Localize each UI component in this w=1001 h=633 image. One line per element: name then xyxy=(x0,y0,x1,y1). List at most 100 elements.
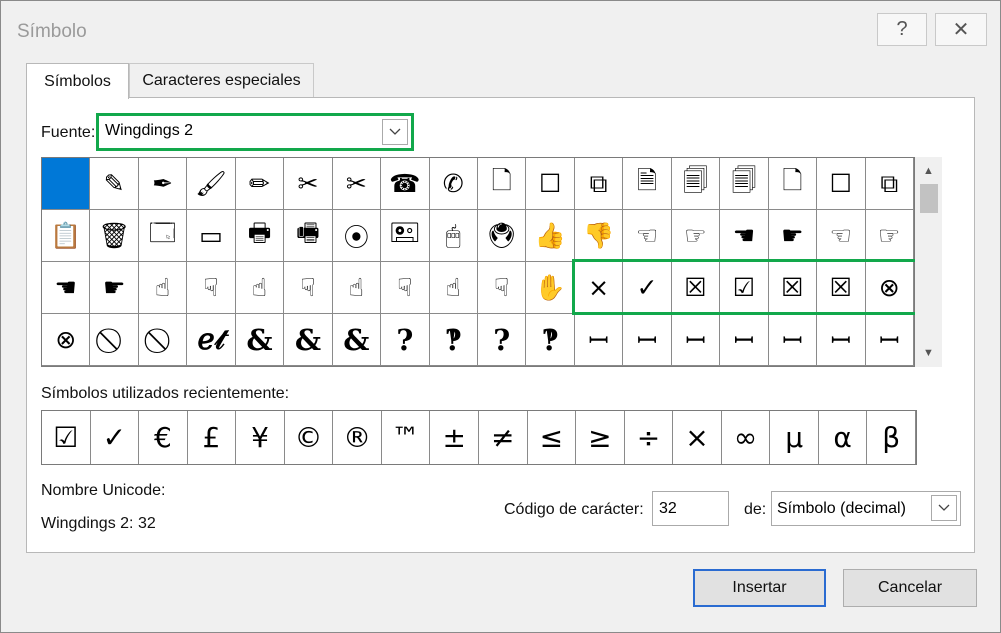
symbol-cell[interactable]: & xyxy=(235,314,285,366)
symbol-cell[interactable]: ☜ xyxy=(623,210,672,262)
symbol-cell[interactable]: ⊗ xyxy=(42,314,91,366)
symbol-cell[interactable]: 🗋 xyxy=(477,158,527,210)
symbol-cell[interactable]: ꟷ xyxy=(671,314,721,366)
symbol-cell[interactable]: ☝ xyxy=(138,262,188,314)
font-select[interactable]: Wingdings 2 xyxy=(96,113,414,151)
symbol-cell[interactable]: & xyxy=(332,314,382,366)
symbol-cell[interactable]: 📋 xyxy=(42,210,91,262)
symbol-cell[interactable]: 🖲 xyxy=(477,210,527,262)
symbol-cell[interactable]: ☎ xyxy=(381,158,430,210)
recent-symbol-cell[interactable]: ÷ xyxy=(625,411,674,464)
recent-symbol-cell[interactable]: ¥ xyxy=(236,411,285,464)
symbol-cell[interactable]: 👎 xyxy=(574,210,624,262)
symbol-cell[interactable]: ☒ xyxy=(671,262,721,314)
symbol-cell[interactable]: ✂ xyxy=(284,158,333,210)
symbol-cell[interactable]: ☝ xyxy=(429,262,478,314)
symbol-cell[interactable]: × xyxy=(574,262,624,314)
recent-symbol-cell[interactable]: µ xyxy=(770,411,819,464)
symbol-cell[interactable]: ꟷ xyxy=(768,314,818,366)
symbol-cell[interactable]: ✓ xyxy=(623,262,672,314)
scroll-down-icon[interactable]: ▼ xyxy=(915,341,942,365)
insert-button[interactable]: Insertar xyxy=(693,569,826,607)
recent-symbol-cell[interactable]: β xyxy=(867,411,916,464)
symbol-cell[interactable]: ✏ xyxy=(235,158,285,210)
recent-symbol-cell[interactable]: ☑ xyxy=(42,411,91,464)
recent-symbol-cell[interactable]: ∞ xyxy=(722,411,771,464)
symbol-cell[interactable]: ☐ xyxy=(526,158,575,210)
symbol-cell[interactable]: ✆ xyxy=(429,158,478,210)
symbol-cell[interactable]: ✎ xyxy=(90,158,139,210)
symbol-cell[interactable]: ? xyxy=(381,314,430,366)
recent-symbol-cell[interactable]: ® xyxy=(333,411,382,464)
recent-symbol-cell[interactable]: ™ xyxy=(382,411,431,464)
symbol-cell[interactable] xyxy=(42,158,91,210)
symbol-cell[interactable]: ‽ xyxy=(429,314,478,366)
symbol-cell[interactable]: ⦿ xyxy=(332,210,382,262)
symbol-cell[interactable]: ⃠ xyxy=(138,314,188,366)
char-code-input[interactable]: 32 xyxy=(652,491,729,526)
symbol-cell[interactable]: & xyxy=(284,314,333,366)
recent-symbol-cell[interactable]: ≠ xyxy=(479,411,528,464)
help-button[interactable]: ? xyxy=(877,13,927,46)
symbol-cell[interactable]: 🖱 xyxy=(429,210,478,262)
symbol-cell[interactable]: ꟷ xyxy=(720,314,769,366)
symbol-cell[interactable]: ☒ xyxy=(768,262,818,314)
close-button[interactable]: ✕ xyxy=(935,13,987,46)
tab-special-characters[interactable]: Caracteres especiales xyxy=(129,63,314,97)
symbol-cell[interactable]: ✒ xyxy=(138,158,188,210)
symbol-cell[interactable]: ☞ xyxy=(865,210,914,262)
recent-symbol-cell[interactable]: £ xyxy=(188,411,237,464)
chevron-down-icon[interactable] xyxy=(931,495,957,521)
symbol-cell[interactable]: ⧉ xyxy=(865,158,914,210)
symbol-cell[interactable]: 🖭 xyxy=(381,210,430,262)
symbol-cell[interactable]: ꟷ xyxy=(865,314,914,366)
symbol-cell[interactable]: ☛ xyxy=(768,210,818,262)
recent-symbol-cell[interactable]: ± xyxy=(430,411,479,464)
recent-symbol-cell[interactable]: € xyxy=(139,411,188,464)
symbol-cell[interactable]: ☟ xyxy=(187,262,236,314)
symbol-cell[interactable]: ꟷ xyxy=(574,314,624,366)
symbol-cell[interactable]: ☚ xyxy=(720,210,769,262)
symbol-cell[interactable]: 👍 xyxy=(526,210,575,262)
symbol-cell[interactable]: ☑ xyxy=(720,262,769,314)
symbol-cell[interactable]: ? xyxy=(477,314,527,366)
recent-symbol-cell[interactable]: α xyxy=(819,411,868,464)
symbol-cell[interactable]: ‽ xyxy=(526,314,575,366)
symbol-cell[interactable]: ⃠ xyxy=(90,314,139,366)
symbol-cell[interactable]: ☚ xyxy=(42,262,91,314)
symbol-cell[interactable]: ☟ xyxy=(381,262,430,314)
symbol-cell[interactable]: ꟷ xyxy=(817,314,866,366)
symbol-cell[interactable]: 🗎 xyxy=(623,158,672,210)
symbol-cell[interactable]: ✂ xyxy=(332,158,382,210)
symbol-cell[interactable]: 🗋 xyxy=(768,158,818,210)
symbol-cell[interactable]: 🗐 xyxy=(671,158,721,210)
symbol-cell[interactable]: ℯ𝓉 xyxy=(187,314,236,366)
symbol-cell[interactable]: 🗐 xyxy=(720,158,769,210)
symbol-cell[interactable]: ☝ xyxy=(235,262,285,314)
symbol-cell[interactable]: 🖶 xyxy=(235,210,285,262)
symbol-cell[interactable]: ☟ xyxy=(477,262,527,314)
symbol-cell[interactable]: ▭ xyxy=(187,210,236,262)
from-select[interactable]: Símbolo (decimal) xyxy=(771,491,961,526)
symbol-cell[interactable]: ☐ xyxy=(817,158,866,210)
symbol-cell[interactable]: 🖷 xyxy=(284,210,333,262)
recent-symbol-cell[interactable]: ≤ xyxy=(528,411,577,464)
scroll-thumb[interactable] xyxy=(920,184,938,213)
symbol-cell[interactable]: ꟷ xyxy=(623,314,672,366)
symbol-cell[interactable]: ⊗ xyxy=(865,262,914,314)
chevron-down-icon[interactable] xyxy=(382,119,408,145)
cancel-button[interactable]: Cancelar xyxy=(843,569,977,607)
symbol-scrollbar[interactable]: ▲ ▼ xyxy=(915,157,942,367)
scroll-up-icon[interactable]: ▲ xyxy=(915,159,942,183)
symbol-cell[interactable]: 🖌 xyxy=(187,158,236,210)
symbol-cell[interactable]: ☝ xyxy=(332,262,382,314)
recent-symbol-cell[interactable]: © xyxy=(285,411,334,464)
symbol-cell[interactable]: ☒ xyxy=(817,262,866,314)
recent-symbol-cell[interactable]: ≥ xyxy=(576,411,625,464)
symbol-cell[interactable]: ☜ xyxy=(817,210,866,262)
recent-symbol-cell[interactable]: × xyxy=(673,411,722,464)
symbol-cell[interactable]: 🗔 xyxy=(138,210,188,262)
symbol-cell[interactable]: 🗑 xyxy=(90,210,139,262)
tab-symbols[interactable]: Símbolos xyxy=(26,63,129,99)
symbol-cell[interactable]: ⧉ xyxy=(574,158,624,210)
